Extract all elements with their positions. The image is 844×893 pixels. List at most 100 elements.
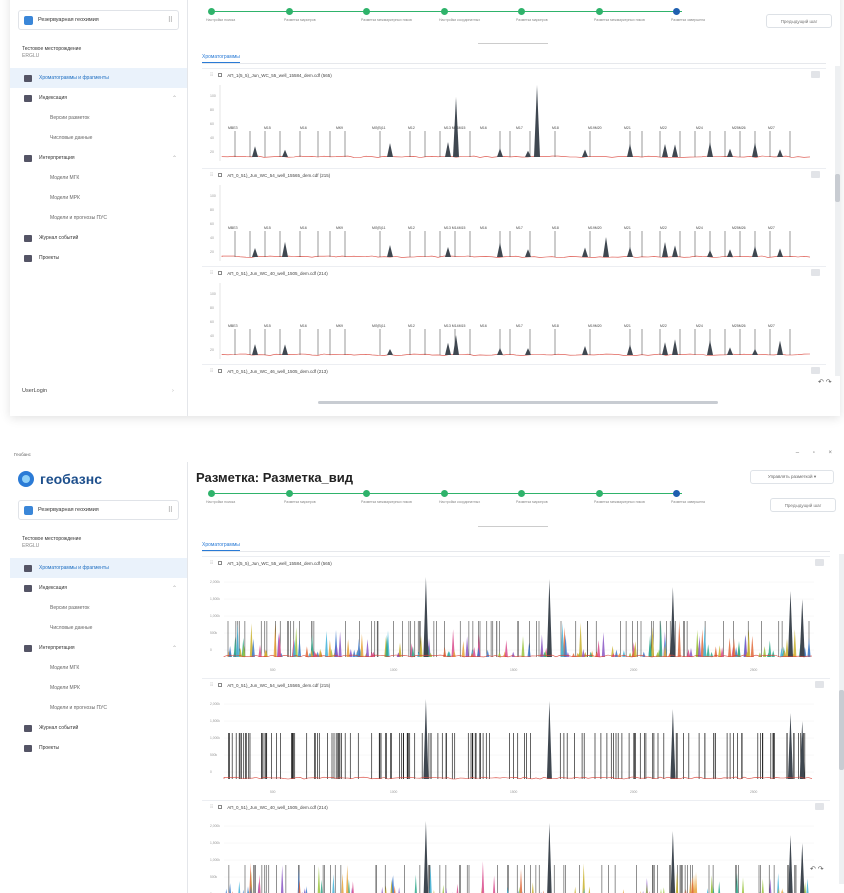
checkbox[interactable]: [218, 683, 222, 687]
sidebar-item-1[interactable]: Индексация ⌃: [10, 578, 187, 598]
chromatogram-peak: [419, 635, 422, 657]
prev-step-button[interactable]: Предыдущий шаг: [766, 14, 832, 28]
checkbox[interactable]: [218, 173, 222, 177]
undo-redo-icon[interactable]: ↶ ↷: [818, 378, 832, 386]
scroll-thumb[interactable]: [835, 174, 840, 202]
sidebar-item-5[interactable]: Модели МГК: [10, 168, 187, 188]
chevron-icon[interactable]: ⌃: [172, 155, 177, 162]
chromatogram-peak: [800, 843, 805, 893]
chromatogram-peak: [806, 879, 809, 893]
chromatogram-peak: [347, 639, 350, 657]
switch-icon[interactable]: ⠿: [168, 506, 173, 514]
sidebar-item-8[interactable]: Журнал событий: [10, 718, 187, 738]
sidebar-item-8[interactable]: Журнал событий: [10, 228, 187, 248]
vertical-scrollbar[interactable]: [835, 66, 840, 376]
sidebar-item-2[interactable]: Версии разметок: [10, 598, 187, 618]
sidebar-item-7[interactable]: Модели и прогнозы ПУС: [10, 208, 187, 228]
prev-step-button[interactable]: Предыдущий шаг: [770, 498, 836, 512]
y-tick-label: 500k: [210, 875, 218, 879]
step-dot-3[interactable]: [441, 490, 448, 497]
drag-handle-icon[interactable]: ⠿: [210, 72, 213, 78]
chromatogram-peak: [423, 821, 428, 893]
drag-handle-icon[interactable]: ⠿: [210, 368, 213, 374]
panel-menu-icon[interactable]: [815, 803, 824, 810]
chromatogram-plot[interactable]: 20406080100МВЕЗМ15М16МК9МЛ(В)11М12М13 М1…: [210, 83, 810, 165]
vertical-scrollbar[interactable]: [839, 554, 844, 884]
field-info[interactable]: Тестовое месторождение ERGLU: [10, 530, 187, 558]
checkbox[interactable]: [218, 369, 222, 373]
step-label-3: Настройки координатных: [439, 18, 480, 22]
peak-label: МК9: [336, 126, 343, 130]
y-tick-label: 60: [210, 122, 214, 126]
scroll-thumb[interactable]: [839, 690, 844, 770]
panel-menu-icon[interactable]: [815, 559, 824, 566]
step-dot-6[interactable]: [673, 490, 680, 497]
chevron-icon[interactable]: ⌃: [172, 645, 177, 652]
tab-chromatograms[interactable]: Хроматограммы: [202, 542, 240, 551]
drag-handle-icon[interactable]: ⠿: [210, 682, 213, 688]
step-dot-1[interactable]: [286, 8, 293, 15]
chromatogram-peak: [727, 149, 733, 157]
step-dot-4[interactable]: [518, 8, 525, 15]
sidebar-item-5[interactable]: Модели МГК: [10, 658, 187, 678]
step-dot-5[interactable]: [596, 490, 603, 497]
checkbox[interactable]: [218, 561, 222, 565]
sidebar-item-4[interactable]: Интерпретация⌃: [10, 148, 187, 168]
chromatogram-plot[interactable]: 20406080100МВЕЗМ15М16МК9МЛ(В)11М12М13 М1…: [210, 281, 810, 363]
drag-handle-icon[interactable]: ⠿: [210, 270, 213, 276]
chevron-icon[interactable]: ⌃: [172, 585, 177, 592]
horizontal-scrollbar[interactable]: [318, 401, 718, 404]
undo-redo-icon[interactable]: ↶ ↷: [810, 865, 824, 873]
chevron-icon[interactable]: ⌃: [172, 95, 177, 102]
panel-menu-icon[interactable]: [811, 269, 820, 276]
user-menu[interactable]: UserLogin ›: [22, 388, 47, 394]
checkbox[interactable]: [218, 805, 222, 809]
step-dot-0[interactable]: [208, 490, 215, 497]
chromatogram-plot[interactable]: 2,000k1,500k1,000k500k050010001500200025…: [210, 693, 814, 795]
sidebar-item-0[interactable]: Хроматограммы и фрагменты: [10, 68, 187, 88]
panel-menu-icon[interactable]: [815, 681, 824, 688]
chromatogram-plot[interactable]: 2,000k1,500k1,000k500k050010001500200025…: [210, 815, 814, 893]
step-dot-2[interactable]: [363, 8, 370, 15]
sidebar-item-6[interactable]: Модели МРК: [10, 678, 187, 698]
manage-markup-button[interactable]: Управлять разметкой ▾: [750, 470, 834, 484]
checkbox[interactable]: [218, 73, 222, 77]
drag-handle-icon[interactable]: ⠿: [210, 804, 213, 810]
checkbox[interactable]: [218, 271, 222, 275]
reservoir-selector[interactable]: Резервуарная геохимия ⠿: [18, 500, 179, 520]
sidebar-item-label: Индексация: [39, 585, 67, 591]
step-dot-3[interactable]: [441, 8, 448, 15]
sidebar-item-1[interactable]: Индексация⌃: [10, 88, 187, 108]
step-dot-2[interactable]: [363, 490, 370, 497]
switch-icon[interactable]: ⠿: [168, 16, 173, 24]
chromatogram-plot[interactable]: 2,000k1,500k1,000k500k050010001500200025…: [210, 571, 814, 673]
x-tick-label: 1500: [510, 790, 518, 794]
sidebar-item-3[interactable]: Числовые данные: [10, 128, 187, 148]
sidebar-item-2[interactable]: Версии разметок: [10, 108, 187, 128]
sidebar-item-9[interactable]: Проекты: [10, 248, 187, 268]
chromatogram-peak: [768, 640, 771, 657]
sidebar-item-3[interactable]: Числовые данные: [10, 618, 187, 638]
panel-menu-icon[interactable]: [811, 367, 820, 374]
step-dot-1[interactable]: [286, 490, 293, 497]
panel-menu-icon[interactable]: [811, 71, 820, 78]
step-dot-0[interactable]: [208, 8, 215, 15]
step-dot-4[interactable]: [518, 490, 525, 497]
sidebar-item-4[interactable]: Интерпретация⌃: [10, 638, 187, 658]
step-dot-5[interactable]: [596, 8, 603, 15]
sidebar-item-7[interactable]: Модели и прогнозы ПУС: [10, 698, 187, 718]
drag-handle-icon[interactable]: ⠿: [210, 560, 213, 566]
field-info[interactable]: Тестовое месторождение ERGLU: [10, 40, 187, 68]
panel-menu-icon[interactable]: [811, 171, 820, 178]
step-label-4: Разметка маркеров: [516, 18, 548, 22]
peak-label: М13 М14М15: [444, 226, 465, 230]
step-dot-6[interactable]: [673, 8, 680, 15]
window-controls[interactable]: – ▫ ×: [796, 450, 838, 456]
drag-handle-icon[interactable]: ⠿: [210, 172, 213, 178]
sidebar-item-6[interactable]: Модели МРК: [10, 188, 187, 208]
chromatogram-plot[interactable]: 20406080100МВЕЗМ15М16МК9МЛ(В)11М12М13 М1…: [210, 183, 810, 265]
sidebar-item-9[interactable]: Проекты: [10, 738, 187, 758]
reservoir-selector[interactable]: Резервуарная геохимия ⠿: [18, 10, 179, 30]
tab-chromatograms[interactable]: Хроматограммы: [202, 54, 240, 63]
sidebar-item-0[interactable]: Хроматограммы и фрагменты: [10, 558, 187, 578]
